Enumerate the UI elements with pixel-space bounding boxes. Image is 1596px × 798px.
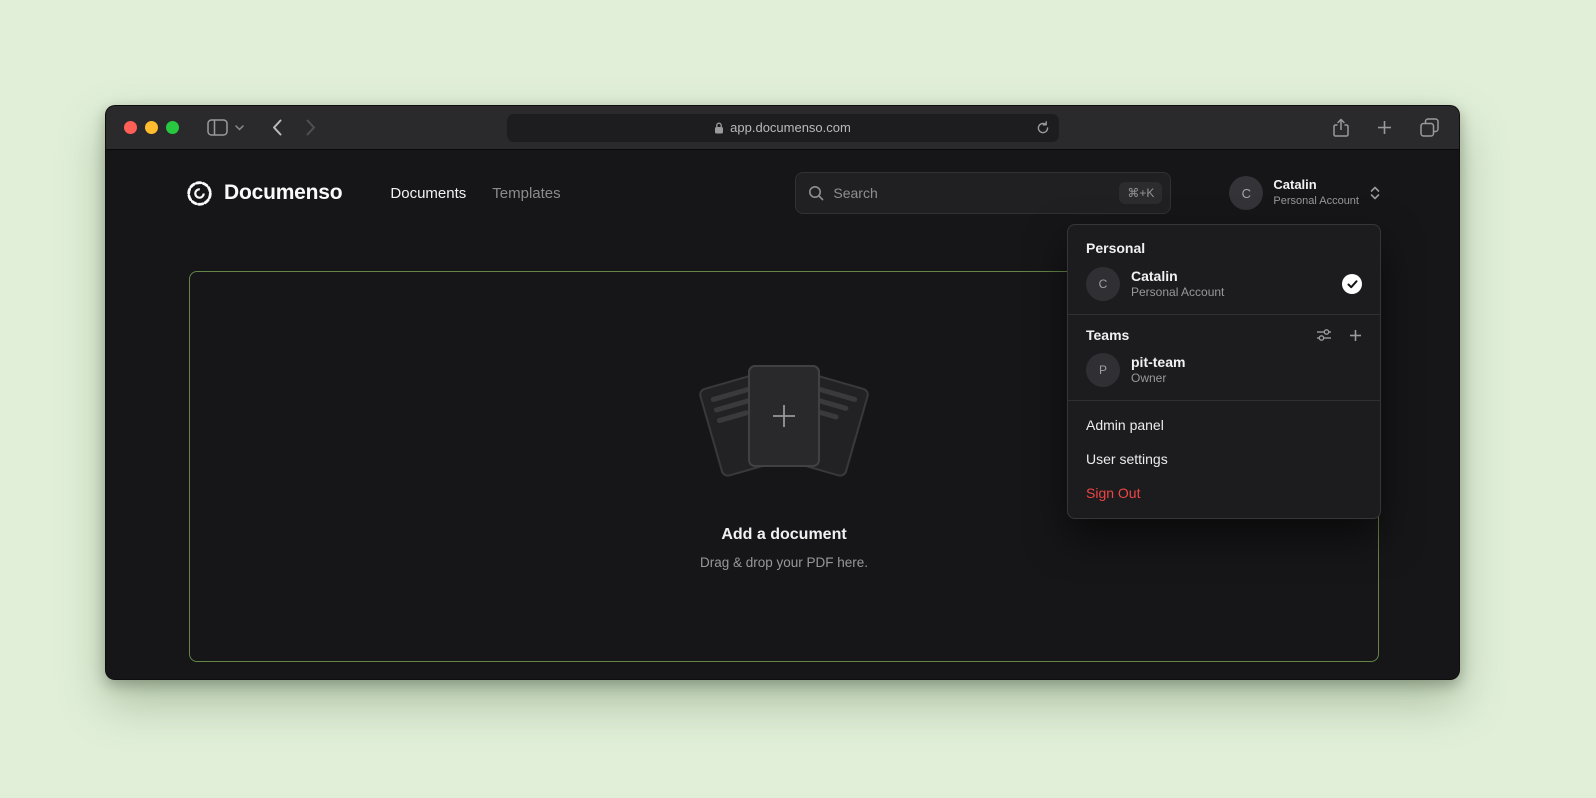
menu-personal-label: Personal [1076, 233, 1372, 261]
close-window-button[interactable] [124, 121, 137, 134]
browser-window: app.documenso.com Documenso [105, 105, 1460, 680]
dropzone-subtitle: Drag & drop your PDF here. [700, 555, 868, 570]
menu-item-team-pit-team[interactable]: P pit-team Owner [1076, 347, 1372, 393]
nav-templates[interactable]: Templates [492, 185, 560, 202]
personal-name: Catalin [1131, 267, 1224, 285]
sidebar-chevron-down-icon[interactable] [235, 125, 244, 131]
menu-teams-header: Teams [1076, 322, 1372, 347]
account-menu-trigger[interactable]: C Catalin Personal Account [1229, 176, 1381, 210]
team-name: pit-team [1131, 353, 1185, 371]
account-name: Catalin [1273, 177, 1359, 194]
tab-overview-icon[interactable] [1420, 118, 1439, 137]
menu-teams-label: Teams [1086, 327, 1129, 343]
menu-item-personal-account[interactable]: C Catalin Personal Account [1076, 261, 1372, 307]
personal-avatar: C [1086, 267, 1120, 301]
selected-check-icon [1342, 274, 1362, 294]
search-shortcut-badge: ⌘+K [1119, 182, 1162, 204]
menu-item-admin-panel[interactable]: Admin panel [1076, 408, 1372, 442]
chevron-up-down-icon [1369, 185, 1381, 201]
window-controls [106, 121, 179, 134]
add-team-plus-icon[interactable] [1349, 329, 1362, 342]
menu-item-sign-out[interactable]: Sign Out [1076, 476, 1372, 510]
brand[interactable]: Documenso [186, 180, 342, 207]
browser-titlebar: app.documenso.com [106, 106, 1459, 150]
brand-name: Documenso [224, 181, 342, 205]
forward-button[interactable] [306, 119, 316, 136]
document-stack-illustration [679, 363, 889, 498]
documenso-logo-icon [186, 180, 213, 207]
menu-divider [1068, 314, 1380, 315]
address-bar[interactable]: app.documenso.com [507, 114, 1059, 142]
account-dropdown-menu: Personal C Catalin Personal Account Team… [1067, 224, 1381, 519]
team-avatar: P [1086, 353, 1120, 387]
dropzone-title: Add a document [721, 526, 846, 544]
documenso-page: Documenso Documents Templates ⌘+K C Cata… [106, 150, 1459, 680]
search-icon [808, 185, 824, 201]
new-tab-plus-icon[interactable] [1377, 120, 1392, 135]
nav-documents[interactable]: Documents [390, 185, 466, 202]
search-box[interactable]: ⌘+K [795, 172, 1171, 214]
reload-icon[interactable] [1036, 121, 1050, 135]
minimize-window-button[interactable] [145, 121, 158, 134]
fullscreen-window-button[interactable] [166, 121, 179, 134]
add-document-card-icon [748, 365, 820, 467]
app-header: Documenso Documents Templates ⌘+K C Cata… [106, 150, 1459, 214]
team-role: Owner [1131, 371, 1185, 387]
manage-teams-icon[interactable] [1316, 328, 1332, 342]
lock-icon [714, 122, 724, 134]
menu-item-user-settings[interactable]: User settings [1076, 442, 1372, 476]
menu-divider [1068, 400, 1380, 401]
personal-subtitle: Personal Account [1131, 285, 1224, 301]
account-avatar: C [1229, 176, 1263, 210]
main-nav: Documents Templates [390, 185, 560, 202]
search-input[interactable] [833, 185, 1110, 201]
back-button[interactable] [272, 119, 282, 136]
account-subtitle: Personal Account [1273, 194, 1359, 208]
url-text: app.documenso.com [730, 120, 851, 135]
share-icon[interactable] [1333, 118, 1349, 138]
sidebar-toggle-icon[interactable] [207, 119, 228, 136]
